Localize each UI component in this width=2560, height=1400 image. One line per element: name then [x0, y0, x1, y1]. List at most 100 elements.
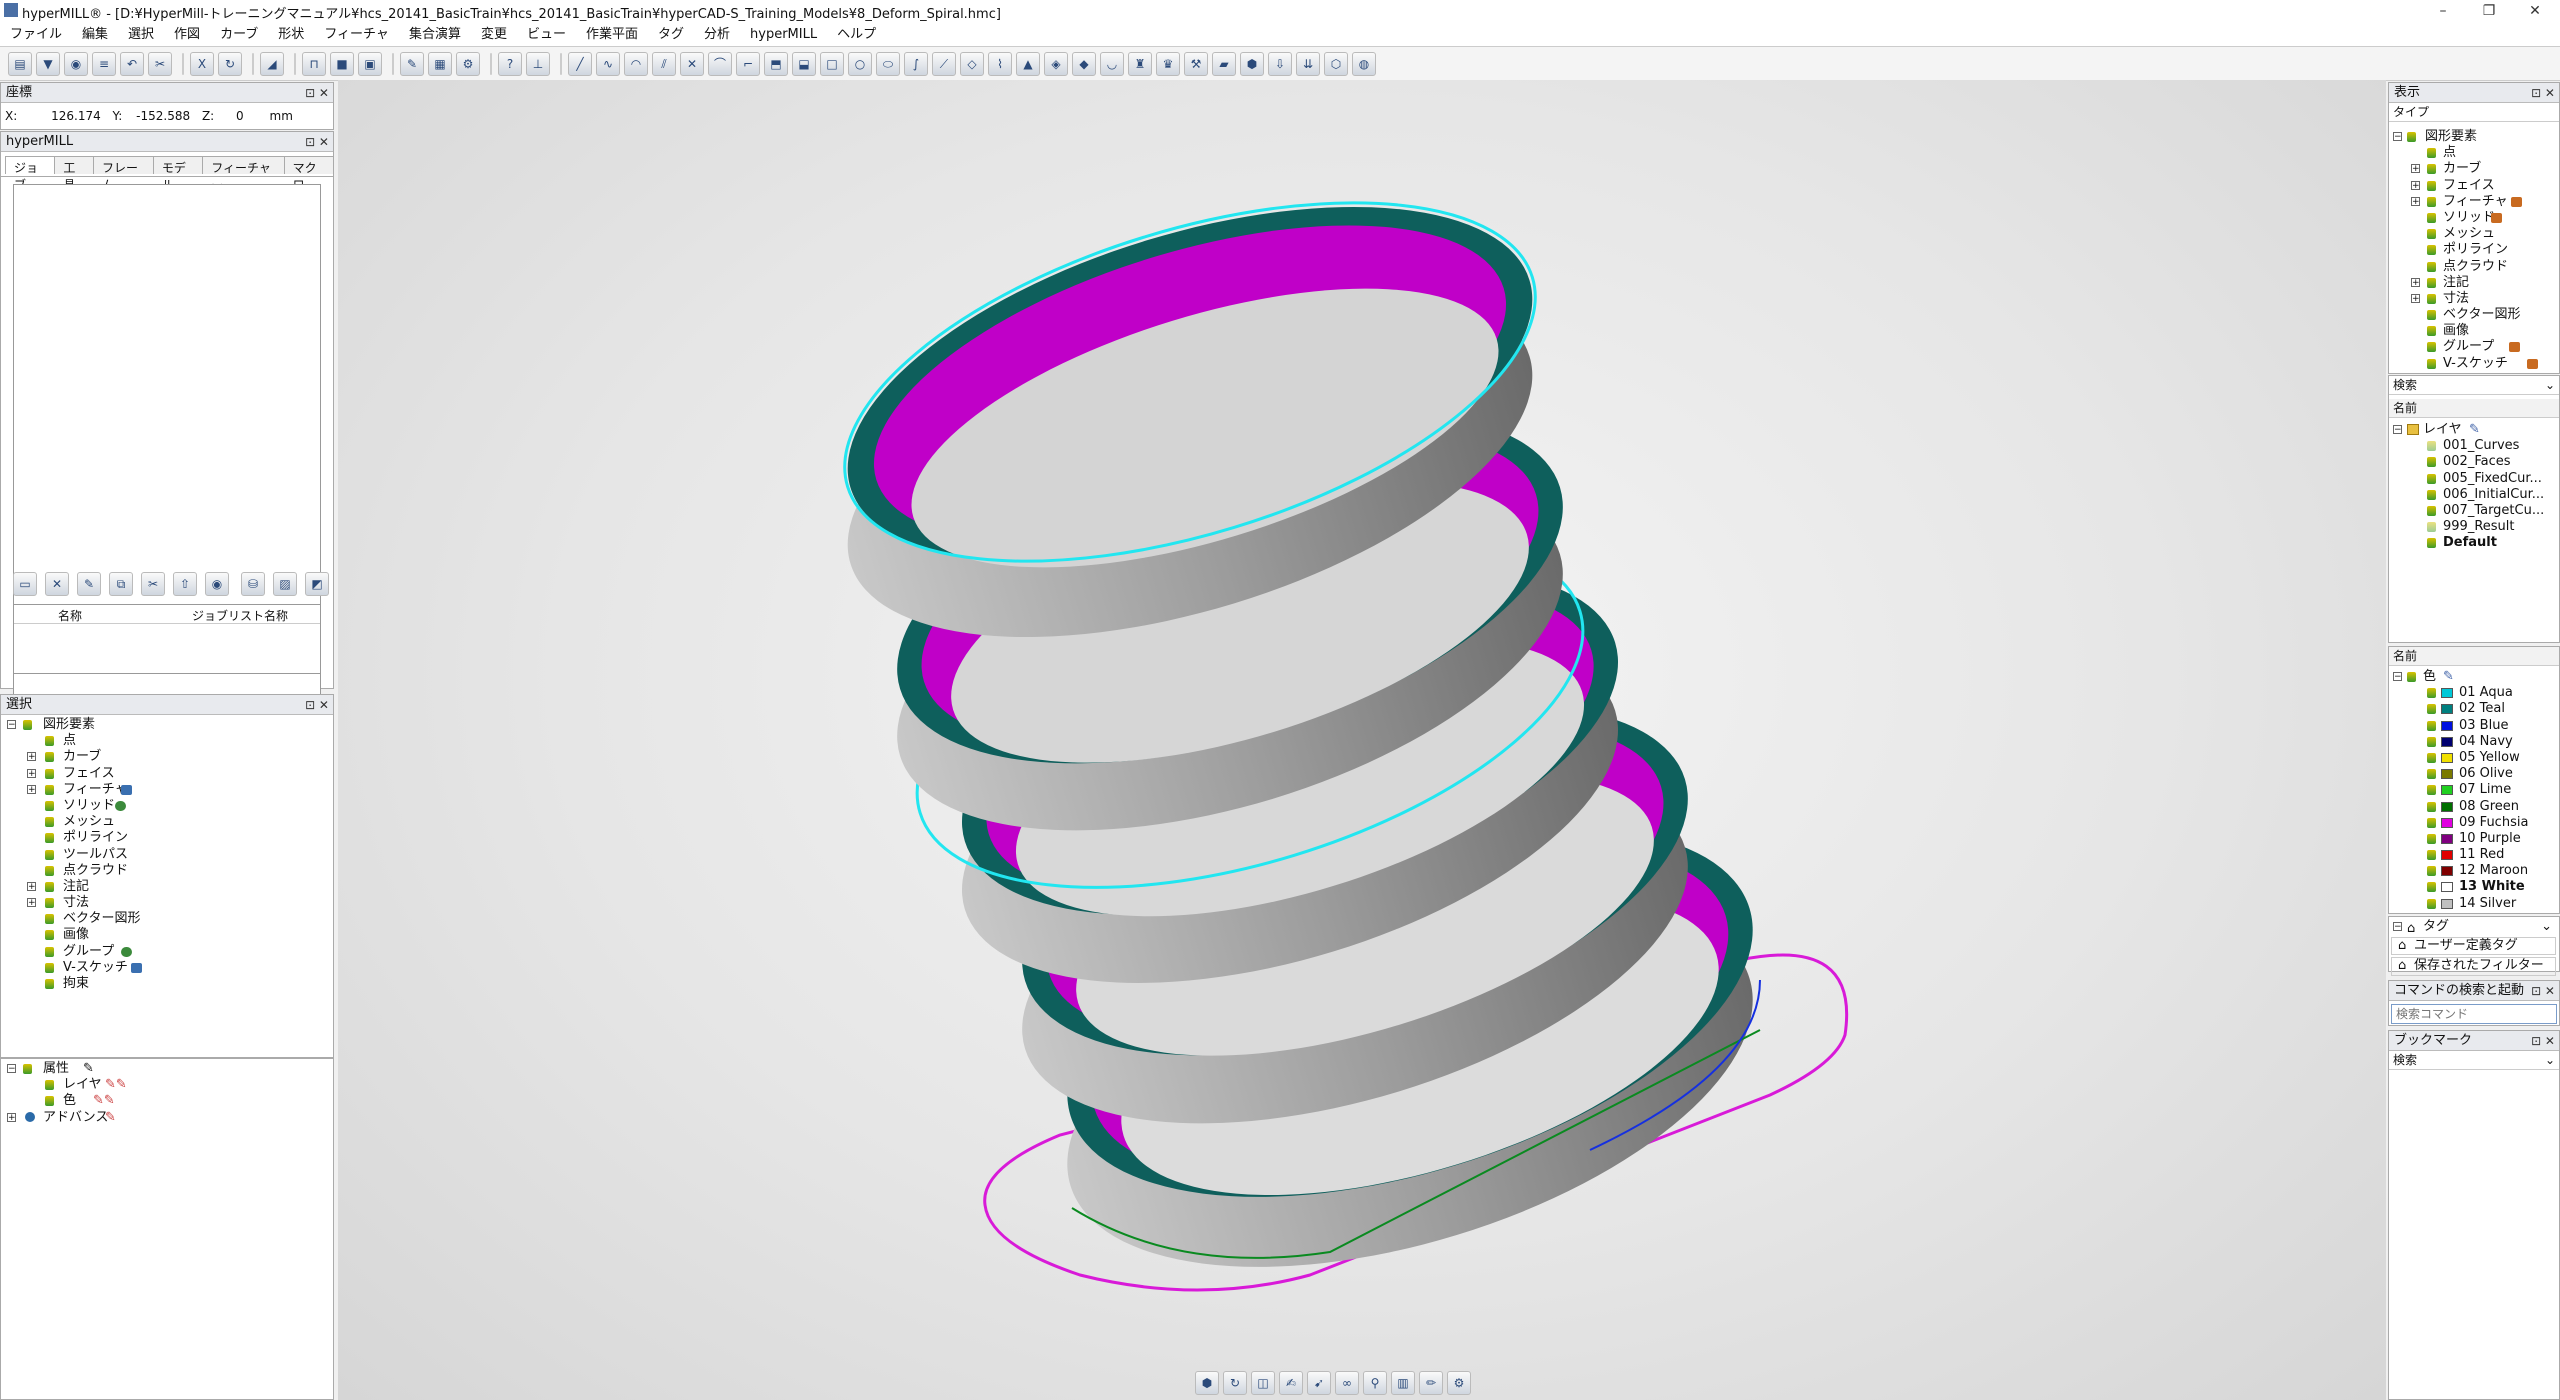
tree-item[interactable]: 点クラウド [5, 863, 325, 879]
stack-tool-icon[interactable]: ≡ [92, 51, 116, 76]
color-item[interactable]: 05 Yellow [2391, 750, 2556, 766]
user-tag-item[interactable]: ⌂ ユーザー定義タグ [2391, 937, 2556, 956]
bookmark-search[interactable]: 検索 ⌄ [2389, 1051, 2559, 1070]
tree-item[interactable]: ツールパス [5, 847, 325, 863]
layer-item[interactable]: 007_TargetCu... [2391, 503, 2556, 519]
tab-feature[interactable]: フィーチャー [202, 156, 285, 192]
job-delete-icon[interactable]: ✕ [45, 572, 69, 596]
layer-visible-icon[interactable] [2427, 505, 2436, 516]
color-name-header[interactable]: 名前 [2389, 647, 2559, 666]
layer-name-header[interactable]: 名前 [2389, 399, 2559, 418]
menu-edit[interactable]: 編集 [72, 22, 118, 46]
display-item[interactable]: ソリッド [2391, 210, 2556, 226]
chevron-down-icon[interactable]: ⌄ [2541, 919, 2552, 935]
chamfer-tool-icon[interactable]: ⌐ [736, 51, 760, 76]
menu-curve[interactable]: カーブ [210, 22, 268, 46]
color-item[interactable]: 04 Navy [2391, 734, 2556, 750]
extrude-tool-icon[interactable]: ⬒ [764, 51, 788, 76]
chevron-down-icon[interactable]: ⌄ [2545, 376, 2555, 394]
color-item[interactable]: 07 Lime [2391, 782, 2556, 798]
layer-root[interactable]: − レイヤ ✎ [2391, 422, 2556, 438]
refresh-tool-icon[interactable]: ↻ [218, 51, 242, 76]
layer-visible-icon[interactable] [2427, 441, 2436, 452]
package-tool-icon[interactable]: ▣ [358, 51, 382, 76]
shaded-view-icon[interactable]: ⬢ [1195, 1371, 1219, 1395]
chart-view-icon[interactable]: ▥ [1391, 1371, 1415, 1395]
tree-item[interactable]: + フィーチャ [5, 782, 325, 798]
tree-item[interactable]: + 注記 [5, 879, 325, 895]
menu-shape[interactable]: 形状 [268, 22, 314, 46]
display-item[interactable]: 点クラウド [2391, 259, 2556, 275]
col-joblist-name[interactable]: ジョブリスト名称 [192, 607, 288, 624]
tools-tool-icon[interactable]: ✂ [148, 51, 172, 76]
minimize-button[interactable]: – [2420, 0, 2466, 22]
fillet-tool-icon[interactable]: ⌒ [708, 51, 732, 76]
circle-tool-icon[interactable]: ○ [848, 51, 872, 76]
globe-tool-icon[interactable]: ◉ [64, 51, 88, 76]
job-copy-icon[interactable]: ⧉ [109, 572, 133, 596]
color-item[interactable]: 03 Blue [2391, 718, 2556, 734]
gift-tool-icon[interactable]: ■ [330, 51, 354, 76]
attr-advanced[interactable]: + アドバンス ✎ [5, 1110, 325, 1126]
attr-item-layer[interactable]: レイヤ ✎✎ [5, 1077, 325, 1093]
attr-item-color[interactable]: 色 ✎✎ [5, 1093, 325, 1109]
color-item[interactable]: 11 Red [2391, 847, 2556, 863]
job-export-icon[interactable]: ⇧ [173, 572, 197, 596]
layer-visible-icon[interactable] [2427, 522, 2436, 533]
job-sim-icon[interactable]: ◉ [205, 572, 229, 596]
hammer-tool-icon[interactable]: ⚒ [1184, 51, 1208, 76]
thread-tool-icon[interactable]: ⇊ [1296, 51, 1320, 76]
fixture-tool-icon[interactable]: ⊓ [302, 51, 326, 76]
help-tool-icon[interactable]: ? [498, 51, 522, 76]
display-item[interactable]: + 注記 [2391, 275, 2556, 291]
patch-tool-icon[interactable]: ◆ [1072, 51, 1096, 76]
brush-icon[interactable]: ✍ [1279, 1371, 1303, 1395]
menu-workplane[interactable]: 作業平面 [576, 22, 648, 46]
tab-tool[interactable]: 工具 [54, 156, 94, 192]
tab-macro[interactable]: マクロ [283, 156, 335, 192]
menu-select[interactable]: 選択 [118, 22, 164, 46]
pen-tool-icon[interactable]: ✎ [400, 51, 424, 76]
color-item[interactable]: 09 Fuchsia [2391, 815, 2556, 831]
excel-tool-icon[interactable]: X [190, 51, 214, 76]
display-settings-icon[interactable]: ⚙ [1447, 1371, 1471, 1395]
display-item[interactable]: + カーブ [2391, 161, 2556, 177]
layer-visible-icon[interactable] [2427, 457, 2436, 468]
filter-tool-icon[interactable]: ▼ [36, 51, 60, 76]
tab-model[interactable]: モデル [152, 156, 204, 192]
display-item[interactable]: + フィーチャ [2391, 194, 2556, 210]
rotate-view-icon[interactable]: ↻ [1223, 1371, 1247, 1395]
tree-item[interactable]: ベクター図形 [5, 911, 325, 927]
layer-item[interactable]: 999_Result [2391, 519, 2556, 535]
3d-viewport[interactable] [338, 80, 2386, 1400]
panel-pin-close-icon[interactable]: ⊡ ✕ [2531, 981, 2555, 1001]
layer-search-label[interactable]: 検索 [2393, 378, 2417, 392]
display-item[interactable]: ポリライン [2391, 242, 2556, 258]
tree-item[interactable]: V-スケッチ [5, 960, 325, 976]
undo-tool-icon[interactable]: ↶ [120, 51, 144, 76]
tree-item[interactable]: 拘束 [5, 976, 325, 992]
panel-pin-close-icon[interactable]: ⊡ ✕ [305, 132, 329, 152]
section-view-icon[interactable]: ◫ [1251, 1371, 1275, 1395]
color-item[interactable]: 12 Maroon [2391, 863, 2556, 879]
cup-tool-icon[interactable]: ♜ [1128, 51, 1152, 76]
pointer-icon[interactable]: ➹ [1307, 1371, 1331, 1395]
command-search-input[interactable] [2391, 1004, 2557, 1024]
layer-item[interactable]: Default [2391, 535, 2556, 551]
tree-item[interactable]: ソリッド [5, 798, 325, 814]
display-item[interactable]: 点 [2391, 145, 2556, 161]
job-new-icon[interactable]: ▭ [13, 572, 37, 596]
display-item[interactable]: + フェイス [2391, 178, 2556, 194]
panel-pin-close-icon[interactable]: ⊡ ✕ [305, 83, 329, 103]
tree-item[interactable]: ポリライン [5, 830, 325, 846]
loft-tool-icon[interactable]: ▲ [1016, 51, 1040, 76]
pin-view-icon[interactable]: ⚲ [1363, 1371, 1387, 1395]
layer-visible-icon[interactable] [2427, 473, 2436, 484]
offset-tool-icon[interactable]: ⫽ [652, 51, 676, 76]
color-item[interactable]: 06 Olive [2391, 766, 2556, 782]
bowl-tool-icon[interactable]: ◡ [1100, 51, 1124, 76]
tab-job[interactable]: ジョブ [5, 156, 56, 192]
display-item[interactable]: グループ [2391, 339, 2556, 355]
blend-tool-icon[interactable]: ◈ [1044, 51, 1068, 76]
knife-tool-icon[interactable]: ⟋ [932, 51, 956, 76]
